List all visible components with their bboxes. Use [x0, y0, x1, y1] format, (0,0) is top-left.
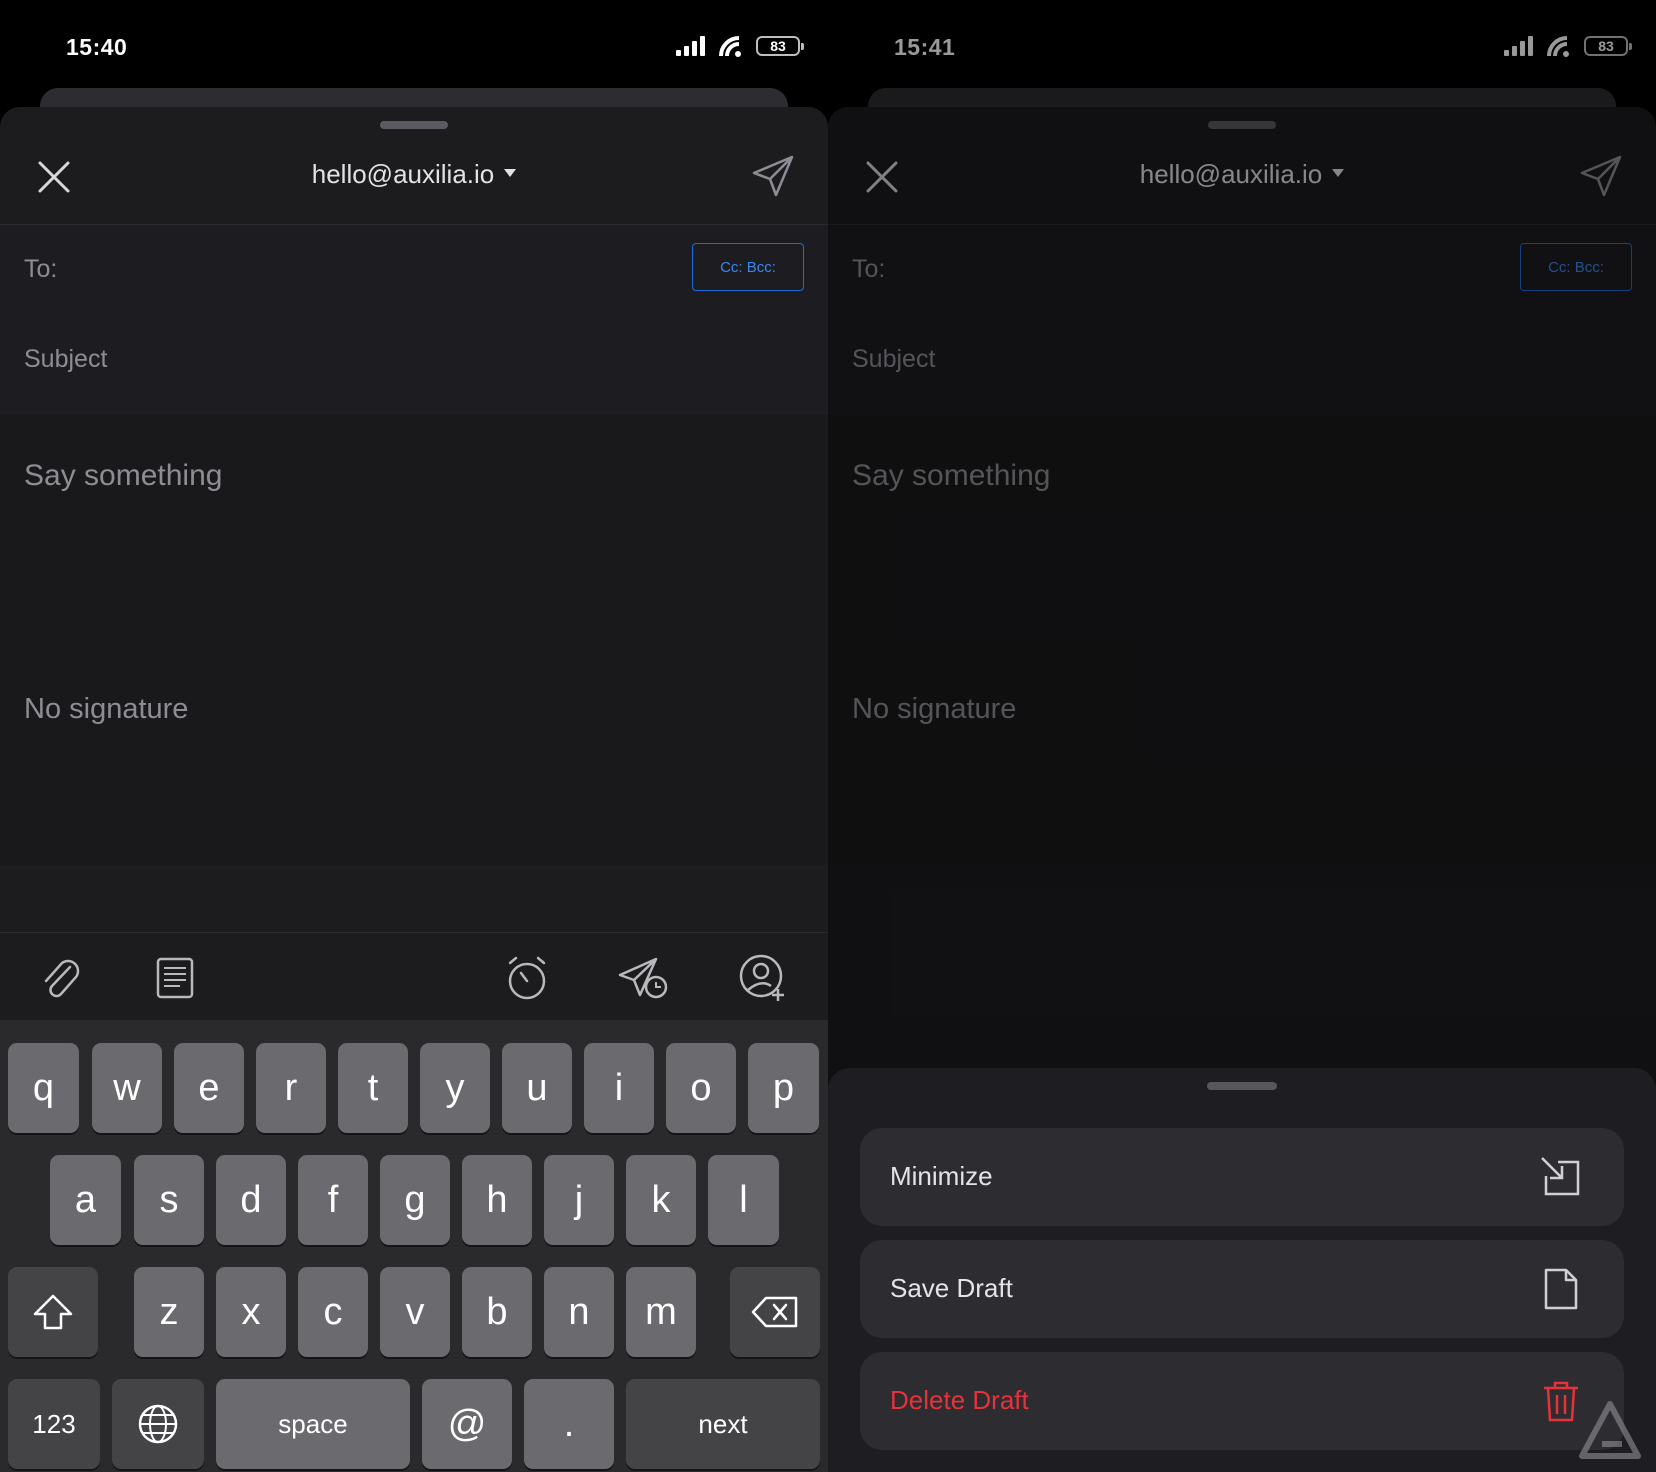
- onscreen-keyboard: q w e r t y u i o p a s d f g h j k l z …: [0, 1020, 828, 1472]
- key-n[interactable]: n: [544, 1267, 614, 1357]
- body-placeholder: Say something: [24, 459, 223, 492]
- key-k[interactable]: k: [626, 1155, 696, 1245]
- send-icon[interactable]: [750, 153, 796, 199]
- document-icon: [1544, 1268, 1578, 1310]
- subject-placeholder: Subject: [24, 345, 108, 373]
- paperclip-icon[interactable]: [36, 953, 86, 1003]
- key-y[interactable]: y: [420, 1043, 490, 1133]
- delete-draft-label: Delete Draft: [890, 1385, 1029, 1415]
- status-icons: 83: [676, 32, 804, 60]
- chevron-down-icon: [504, 169, 517, 178]
- wifi-icon: [719, 36, 741, 57]
- subject-field[interactable]: Subject: [0, 319, 828, 415]
- key-z[interactable]: z: [134, 1267, 204, 1357]
- key-f[interactable]: f: [298, 1155, 368, 1245]
- save-draft-label: Save Draft: [890, 1273, 1013, 1303]
- to-label: To:: [24, 255, 58, 283]
- add-contact-icon[interactable]: [738, 953, 788, 1003]
- compose-header: hello@auxilia.io: [0, 107, 828, 225]
- globe-icon: [138, 1404, 178, 1444]
- compose-screen-keyboard: 15:40 83 hello@auxilia.io To: Cc: Bcc: S…: [0, 0, 828, 1472]
- watermark-logo: [1579, 1401, 1641, 1459]
- key-r[interactable]: r: [256, 1043, 326, 1133]
- numbers-key[interactable]: 123: [8, 1379, 100, 1469]
- to-field[interactable]: To: Cc: Bcc:: [0, 225, 828, 319]
- key-p[interactable]: p: [748, 1043, 819, 1133]
- backspace-icon: [751, 1296, 798, 1328]
- template-icon[interactable]: [150, 953, 200, 1003]
- shift-icon: [33, 1294, 73, 1330]
- status-time: 15:40: [66, 34, 128, 60]
- key-v[interactable]: v: [380, 1267, 450, 1357]
- key-h[interactable]: h: [462, 1155, 532, 1245]
- key-w[interactable]: w: [92, 1043, 162, 1133]
- key-t[interactable]: t: [338, 1043, 408, 1133]
- status-bar: 15:40 83: [0, 0, 828, 90]
- compose-screen-actions: 15:41 83 hello@auxilia.io To: Cc: Bcc: S…: [828, 0, 1656, 1472]
- delete-draft-button[interactable]: Delete Draft: [860, 1352, 1624, 1450]
- key-s[interactable]: s: [134, 1155, 204, 1245]
- key-c[interactable]: c: [298, 1267, 368, 1357]
- action-sheet-grabber[interactable]: [1207, 1082, 1277, 1090]
- from-address: hello@auxilia.io: [311, 159, 495, 189]
- key-b[interactable]: b: [462, 1267, 532, 1357]
- globe-key[interactable]: [112, 1379, 204, 1469]
- key-a[interactable]: a: [50, 1155, 121, 1245]
- schedule-send-icon[interactable]: [616, 953, 672, 1003]
- minimize-label: Minimize: [890, 1161, 993, 1191]
- key-u[interactable]: u: [502, 1043, 572, 1133]
- cellular-signal-icon: [676, 36, 705, 56]
- key-q[interactable]: q: [8, 1043, 79, 1133]
- battery-level: 83: [770, 38, 786, 54]
- key-i[interactable]: i: [584, 1043, 654, 1133]
- minimize-icon: [1541, 1157, 1580, 1196]
- save-draft-button[interactable]: Save Draft: [860, 1240, 1624, 1338]
- backspace-key[interactable]: [730, 1267, 820, 1357]
- key-d[interactable]: d: [216, 1155, 286, 1245]
- compose-sheet: hello@auxilia.io To: Cc: Bcc: Subject Sa…: [0, 107, 828, 1472]
- shift-key[interactable]: [8, 1267, 98, 1357]
- key-x[interactable]: x: [216, 1267, 286, 1357]
- action-sheet: Minimize Save Draft Delete Draft: [828, 1068, 1656, 1472]
- key-l[interactable]: l: [708, 1155, 779, 1245]
- at-key[interactable]: @: [422, 1379, 512, 1469]
- compose-toolbar: [0, 932, 828, 1021]
- message-body[interactable]: Say something No signature: [0, 415, 828, 865]
- dot-key[interactable]: .: [524, 1379, 614, 1469]
- space-key[interactable]: space: [216, 1379, 410, 1469]
- cc-bcc-button[interactable]: Cc: Bcc:: [692, 243, 804, 291]
- next-key[interactable]: next: [626, 1379, 820, 1469]
- signature-text: No signature: [24, 693, 189, 725]
- from-account-select[interactable]: hello@auxilia.io: [0, 159, 828, 190]
- key-j[interactable]: j: [544, 1155, 614, 1245]
- battery-indicator: 83: [756, 36, 804, 56]
- key-o[interactable]: o: [666, 1043, 736, 1133]
- key-m[interactable]: m: [626, 1267, 696, 1357]
- key-e[interactable]: e: [174, 1043, 244, 1133]
- alarm-clock-icon[interactable]: [502, 953, 552, 1003]
- minimize-button[interactable]: Minimize: [860, 1128, 1624, 1226]
- key-g[interactable]: g: [380, 1155, 450, 1245]
